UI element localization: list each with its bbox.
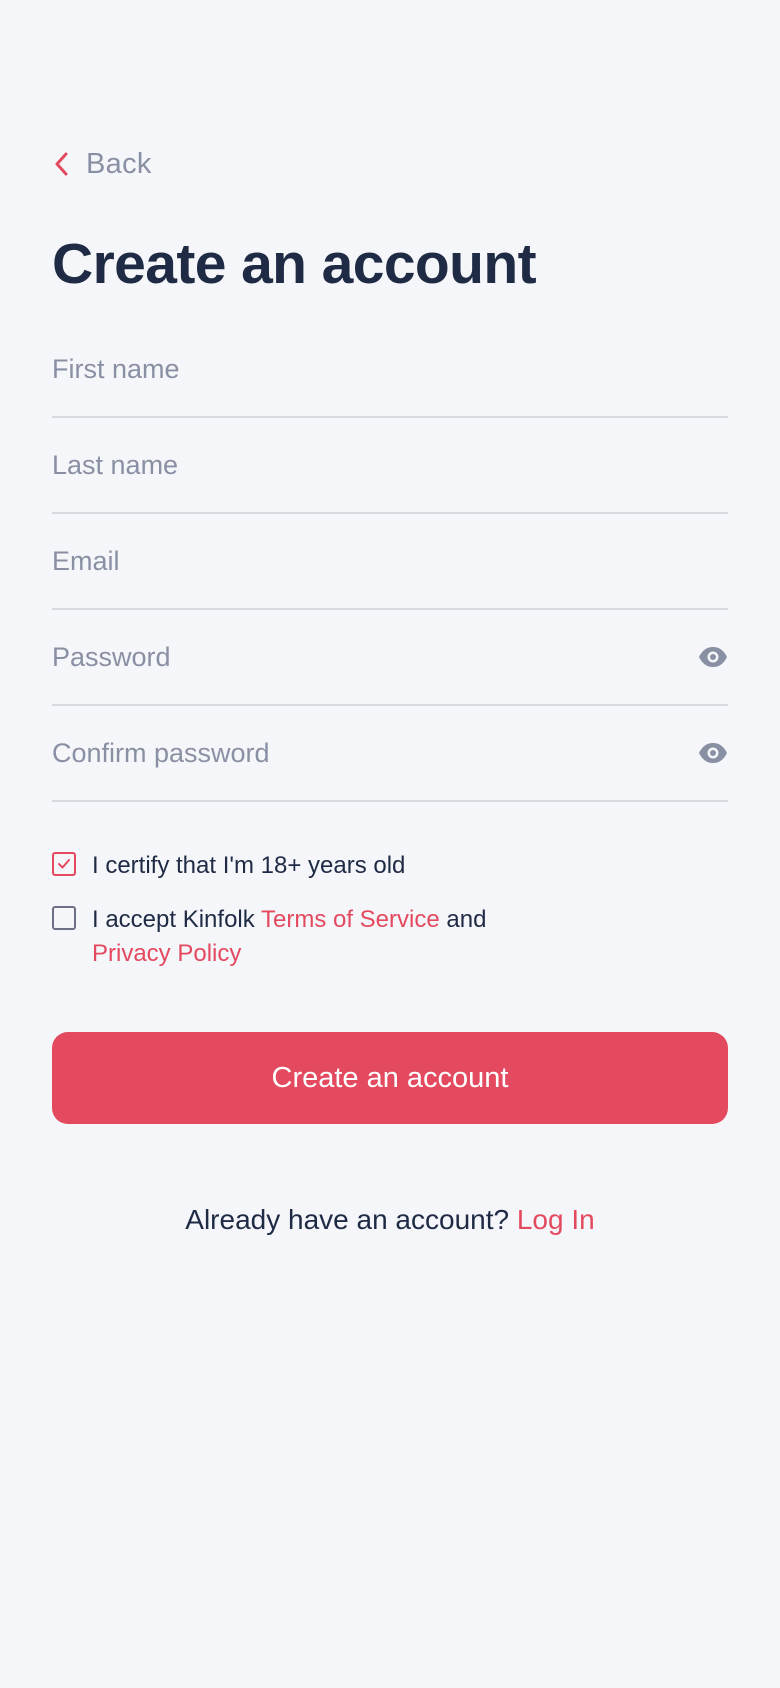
log-in-link[interactable]: Log In xyxy=(517,1204,595,1235)
chevron-left-icon xyxy=(52,150,70,178)
first-name-input[interactable] xyxy=(52,339,728,399)
age-checkbox-label: I certify that I'm 18+ years old xyxy=(92,852,406,879)
last-name-input[interactable] xyxy=(52,435,728,495)
terms-middle: and xyxy=(439,906,487,933)
password-input[interactable] xyxy=(52,627,728,687)
login-prompt: Already have an account? Log In xyxy=(0,1204,780,1236)
privacy-policy-link[interactable]: Privacy Policy xyxy=(92,940,241,967)
login-prompt-text: Already have an account? xyxy=(185,1204,517,1235)
age-checkbox[interactable] xyxy=(52,852,76,876)
signup-screen: Back Create an account First name Last n… xyxy=(0,0,780,1688)
checkmark-icon xyxy=(58,859,70,869)
terms-prefix: I accept Kinfolk xyxy=(92,906,261,933)
email-field xyxy=(52,514,728,610)
email-input[interactable] xyxy=(52,531,728,591)
password-field xyxy=(52,610,728,706)
age-checkbox-row: I certify that I'm 18+ years old xyxy=(52,849,405,883)
eye-icon[interactable] xyxy=(698,742,728,764)
first-name-field xyxy=(52,322,728,418)
eye-icon[interactable] xyxy=(698,646,728,668)
terms-checkbox[interactable] xyxy=(52,906,76,930)
confirm-password-field xyxy=(52,706,728,802)
confirm-password-input[interactable] xyxy=(52,723,728,783)
last-name-field xyxy=(52,418,728,514)
back-button[interactable]: Back xyxy=(52,143,152,185)
create-account-button[interactable]: Create an account xyxy=(52,1032,728,1124)
back-label: Back xyxy=(86,147,152,180)
page-title: Create an account xyxy=(52,232,537,296)
terms-of-service-link[interactable]: Terms of Service xyxy=(261,906,440,933)
terms-checkbox-label: I accept Kinfolk Terms of Service and Pri… xyxy=(92,903,486,971)
terms-checkbox-row: I accept Kinfolk Terms of Service and Pri… xyxy=(52,903,486,971)
